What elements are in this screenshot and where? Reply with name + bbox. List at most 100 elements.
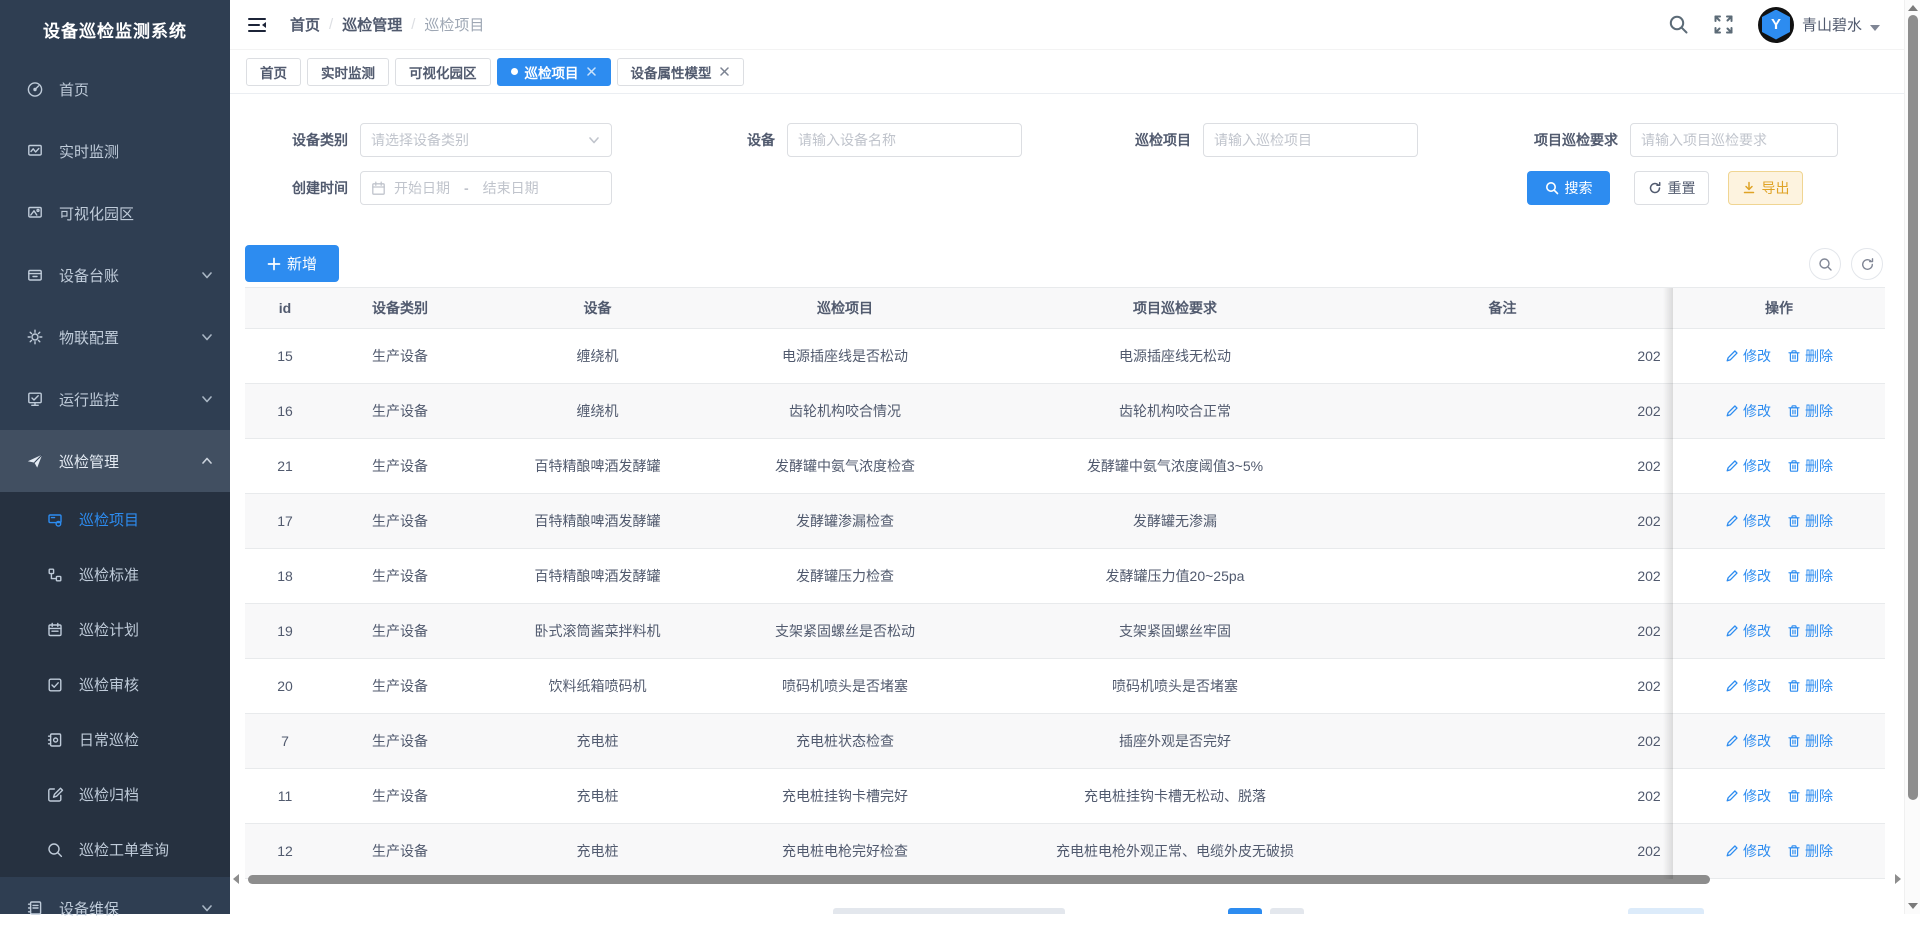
- cell-id: 18: [245, 549, 325, 603]
- delete-button[interactable]: 删除: [1787, 401, 1833, 421]
- cell-category: 生产设备: [325, 439, 475, 493]
- tab-home[interactable]: 首页: [246, 58, 301, 86]
- sidebar-item-inspection-audit[interactable]: 巡检审核: [0, 657, 230, 712]
- avatar-logo: Y: [1762, 10, 1790, 40]
- export-button[interactable]: 导出: [1728, 171, 1803, 205]
- delete-button[interactable]: 删除: [1787, 786, 1833, 806]
- delete-button[interactable]: 删除: [1787, 841, 1833, 861]
- tab-realtime-monitor[interactable]: 实时监测: [307, 58, 389, 86]
- cell-created: 202: [1625, 714, 1673, 768]
- sidebar-item-visual-park[interactable]: 可视化园区: [0, 182, 230, 244]
- sidebar-item-home[interactable]: 首页: [0, 58, 230, 120]
- sidebar-item-device-ledger[interactable]: 设备台账: [0, 244, 230, 306]
- cell-operations: 修改删除: [1673, 329, 1885, 383]
- item-input[interactable]: [1214, 132, 1407, 148]
- scroll-down-arrow-icon[interactable]: [1908, 903, 1918, 909]
- breadcrumb-item-inspection-management[interactable]: 巡检管理: [342, 14, 402, 35]
- edit-button[interactable]: 修改: [1725, 401, 1771, 421]
- close-icon[interactable]: [719, 66, 730, 77]
- cell-operations: 修改删除: [1673, 384, 1885, 438]
- sidebar-item-operation-monitor[interactable]: 运行监控: [0, 368, 230, 430]
- cell-remark: [1380, 549, 1625, 603]
- sidebar-item-iot-config[interactable]: 物联配置: [0, 306, 230, 368]
- cell-item: 发酵罐压力检查: [720, 549, 970, 603]
- edit-button-label: 修改: [1743, 456, 1771, 476]
- add-button[interactable]: 新增: [245, 245, 339, 282]
- pagination-active-page-partial[interactable]: [1228, 908, 1262, 914]
- delete-button[interactable]: 删除: [1787, 676, 1833, 696]
- sidebar-item-daily-inspection[interactable]: 日常巡检: [0, 712, 230, 767]
- table-refresh-button[interactable]: [1851, 248, 1883, 280]
- date-end-placeholder: 结束日期: [483, 178, 539, 198]
- cell-id: 19: [245, 604, 325, 658]
- close-icon[interactable]: [586, 66, 597, 77]
- delete-button[interactable]: 删除: [1787, 346, 1833, 366]
- search-button[interactable]: 搜索: [1527, 171, 1610, 205]
- delete-button[interactable]: 删除: [1787, 456, 1833, 476]
- edit-button[interactable]: 修改: [1725, 566, 1771, 586]
- sidebar-item-realtime-monitor[interactable]: 实时监测: [0, 120, 230, 182]
- pagination-jump-partial[interactable]: [1628, 908, 1704, 914]
- sidebar-item-inspection-management[interactable]: 巡检管理: [0, 430, 230, 492]
- sidebar-item-inspection-standard[interactable]: 巡检标准: [0, 547, 230, 602]
- horizontal-scrollbar-thumb[interactable]: [248, 875, 1710, 884]
- edit-button[interactable]: 修改: [1725, 841, 1771, 861]
- calendar-icon: [46, 621, 64, 639]
- date-range-picker[interactable]: 开始日期 - 结束日期: [360, 171, 612, 205]
- search-icon[interactable]: [1668, 14, 1689, 35]
- tab-inspection-project[interactable]: 巡检项目: [497, 58, 611, 86]
- scroll-left-arrow-icon[interactable]: [233, 874, 239, 884]
- sidebar-item-inspection-workorder-query[interactable]: 巡检工单查询: [0, 822, 230, 877]
- chevron-down-icon: [200, 330, 214, 344]
- fullscreen-icon[interactable]: [1713, 14, 1734, 35]
- edit-button[interactable]: 修改: [1725, 676, 1771, 696]
- pagination-page-partial[interactable]: [1270, 908, 1304, 914]
- delete-button[interactable]: 删除: [1787, 511, 1833, 531]
- sidebar-collapse-icon[interactable]: [246, 14, 268, 36]
- sidebar-item-inspection-project[interactable]: 巡检项目: [0, 492, 230, 547]
- vertical-scrollbar-thumb[interactable]: [1908, 15, 1918, 800]
- category-select[interactable]: 请选择设备类别: [360, 123, 612, 157]
- tab-visual-park[interactable]: 可视化园区: [395, 58, 491, 86]
- cell-remark: [1380, 824, 1625, 878]
- delete-button[interactable]: 删除: [1787, 621, 1833, 641]
- standard-icon: [46, 566, 64, 584]
- delete-button-label: 删除: [1805, 841, 1833, 861]
- archive-icon: [26, 266, 44, 284]
- sidebar-item-inspection-archive[interactable]: 巡检归档: [0, 767, 230, 822]
- scroll-right-arrow-icon[interactable]: [1895, 874, 1901, 884]
- refresh-icon: [1648, 181, 1662, 195]
- pagination-partial[interactable]: [833, 908, 1065, 914]
- sidebar-item-device-maintenance[interactable]: 设备维保: [0, 877, 230, 939]
- edit-button[interactable]: 修改: [1725, 786, 1771, 806]
- sidebar-item-inspection-plan[interactable]: 巡检计划: [0, 602, 230, 657]
- delete-button[interactable]: 删除: [1787, 566, 1833, 586]
- device-input[interactable]: [798, 132, 1011, 148]
- edit-icon: [1725, 404, 1739, 418]
- edit-button[interactable]: 修改: [1725, 621, 1771, 641]
- breadcrumb-item-home[interactable]: 首页: [290, 14, 320, 35]
- edit-button-label: 修改: [1743, 346, 1771, 366]
- edit-button-label: 修改: [1743, 841, 1771, 861]
- tab-device-attribute-model[interactable]: 设备属性模型: [617, 58, 744, 86]
- cell-category: 生产设备: [325, 494, 475, 548]
- edit-button[interactable]: 修改: [1725, 346, 1771, 366]
- delete-button[interactable]: 删除: [1787, 731, 1833, 751]
- tab-label: 巡检项目: [525, 62, 579, 82]
- vertical-scrollbar: [1904, 0, 1920, 914]
- table-row: 20生产设备饮料纸箱喷码机喷码机喷头是否堵塞喷码机喷头是否堵塞202修改删除: [245, 659, 1885, 714]
- table-search-button[interactable]: [1809, 248, 1841, 280]
- delete-button-label: 删除: [1805, 511, 1833, 531]
- reset-button[interactable]: 重置: [1634, 171, 1709, 205]
- cell-device: 百特精酿啤酒发酵罐: [475, 494, 720, 548]
- cell-category: 生产设备: [325, 549, 475, 603]
- edit-button[interactable]: 修改: [1725, 456, 1771, 476]
- requirement-input[interactable]: [1641, 132, 1827, 148]
- edit-button[interactable]: 修改: [1725, 511, 1771, 531]
- sidebar: 设备巡检监测系统 首页实时监测可视化园区设备台账物联配置运行监控巡检管理巡检项目…: [0, 0, 230, 914]
- edit-button[interactable]: 修改: [1725, 731, 1771, 751]
- user-menu[interactable]: Y 青山碧水: [1758, 7, 1880, 43]
- cell-operations: 修改删除: [1673, 659, 1885, 713]
- delete-icon: [1787, 514, 1801, 528]
- scroll-up-arrow-icon[interactable]: [1908, 5, 1918, 11]
